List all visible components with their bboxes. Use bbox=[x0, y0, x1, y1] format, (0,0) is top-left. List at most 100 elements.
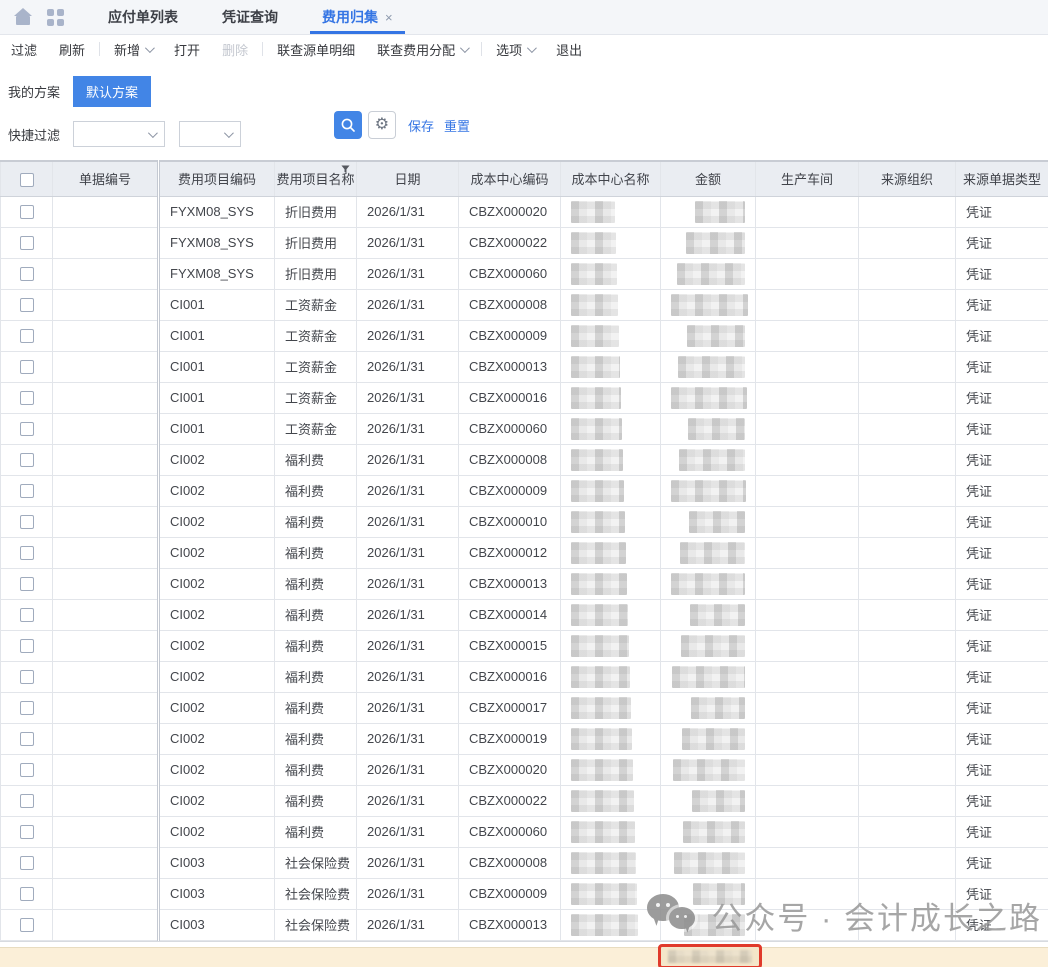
table-row[interactable]: CI001工资薪金2026/1/31CBZX000008凭证 bbox=[1, 289, 1048, 320]
cell-source_org bbox=[859, 692, 956, 723]
default-scheme-button[interactable]: 默认方案 bbox=[73, 76, 151, 107]
cell-date: 2026/1/31 bbox=[357, 227, 459, 258]
cell-doc_no bbox=[53, 289, 159, 320]
column-header-date[interactable]: 日期 bbox=[357, 161, 459, 196]
filter-funnel-icon[interactable] bbox=[341, 165, 350, 174]
row-checkbox[interactable] bbox=[20, 670, 34, 684]
row-checkbox[interactable] bbox=[20, 298, 34, 312]
row-checkbox[interactable] bbox=[20, 732, 34, 746]
row-checkbox[interactable] bbox=[20, 453, 34, 467]
toolbar-button-3[interactable]: 新增 bbox=[103, 40, 163, 59]
column-header-cost_center_code[interactable]: 成本中心编码 bbox=[459, 161, 561, 196]
cell-expense_name: 福利费 bbox=[275, 754, 357, 785]
toolbar-button-7[interactable]: 联查源单明细 bbox=[266, 40, 366, 59]
table-row[interactable]: CI003社会保险费2026/1/31CBZX000008凭证 bbox=[1, 847, 1048, 878]
row-checkbox[interactable] bbox=[20, 763, 34, 777]
table-row[interactable]: CI001工资薪金2026/1/31CBZX000060凭证 bbox=[1, 413, 1048, 444]
row-checkbox[interactable] bbox=[20, 236, 34, 250]
column-header-amount[interactable]: 金额 bbox=[661, 161, 756, 196]
cell-doc_no bbox=[53, 785, 159, 816]
tab-2[interactable]: 费用归集× bbox=[300, 0, 415, 34]
row-checkbox[interactable] bbox=[20, 701, 34, 715]
cell-cost_center_name bbox=[561, 320, 661, 351]
save-link[interactable]: 保存 bbox=[408, 116, 434, 135]
search-button[interactable] bbox=[334, 111, 362, 139]
cell-source_type: 凭证 bbox=[956, 413, 1048, 444]
row-checkbox[interactable] bbox=[20, 360, 34, 374]
table-row[interactable]: CI002福利费2026/1/31CBZX000013凭证 bbox=[1, 568, 1048, 599]
cell-date: 2026/1/31 bbox=[357, 692, 459, 723]
table-row[interactable]: CI002福利费2026/1/31CBZX000008凭证 bbox=[1, 444, 1048, 475]
table-row[interactable]: CI001工资薪金2026/1/31CBZX000016凭证 bbox=[1, 382, 1048, 413]
cell-cost_center_name bbox=[561, 289, 661, 320]
reset-link[interactable]: 重置 bbox=[444, 116, 470, 135]
amount-redacted bbox=[672, 666, 745, 688]
column-header-expense_code[interactable]: 费用项目编码 bbox=[159, 161, 275, 196]
tab-1[interactable]: 凭证查询 bbox=[200, 0, 300, 34]
table-row[interactable]: CI002福利费2026/1/31CBZX000019凭证 bbox=[1, 723, 1048, 754]
row-checkbox[interactable] bbox=[20, 546, 34, 560]
row-checkbox[interactable] bbox=[20, 329, 34, 343]
table-header-row: 单据编号 费用项目编码费用项目名称日期成本中心编码成本中心名称金额生产车间来源组织… bbox=[1, 161, 1048, 196]
cell-expense_code: CI002 bbox=[159, 661, 275, 692]
table-row[interactable]: CI002福利费2026/1/31CBZX000015凭证 bbox=[1, 630, 1048, 661]
select-all-checkbox[interactable] bbox=[20, 173, 34, 187]
app-grid-icon[interactable] bbox=[47, 9, 64, 26]
settings-button[interactable]: ⚙ bbox=[368, 111, 396, 139]
column-header-doc_no[interactable]: 单据编号 bbox=[53, 161, 159, 196]
cell-doc_no bbox=[53, 661, 159, 692]
toolbar-button-10[interactable]: 选项 bbox=[485, 40, 545, 59]
row-checkbox[interactable] bbox=[20, 887, 34, 901]
quick-filter-select-1[interactable] bbox=[73, 121, 165, 147]
row-checkbox[interactable] bbox=[20, 794, 34, 808]
column-header-source_org[interactable]: 来源组织 bbox=[859, 161, 956, 196]
table-row[interactable]: CI002福利费2026/1/31CBZX000010凭证 bbox=[1, 506, 1048, 537]
table-row[interactable]: CI002福利费2026/1/31CBZX000012凭证 bbox=[1, 537, 1048, 568]
table-row[interactable]: CI002福利费2026/1/31CBZX000020凭证 bbox=[1, 754, 1048, 785]
row-checkbox[interactable] bbox=[20, 639, 34, 653]
column-header-label: 单据编号 bbox=[79, 172, 131, 187]
column-header-workshop[interactable]: 生产车间 bbox=[756, 161, 859, 196]
toolbar-button-1[interactable]: 刷新 bbox=[48, 40, 96, 59]
tab-close-icon[interactable]: × bbox=[385, 11, 393, 24]
row-checkbox[interactable] bbox=[20, 391, 34, 405]
table-row[interactable]: CI002福利费2026/1/31CBZX000014凭证 bbox=[1, 599, 1048, 630]
row-checkbox[interactable] bbox=[20, 267, 34, 281]
cell-source_type: 凭证 bbox=[956, 661, 1048, 692]
column-header-source_type[interactable]: 来源单据类型 bbox=[956, 161, 1048, 196]
row-checkbox[interactable] bbox=[20, 918, 34, 932]
tab-0[interactable]: 应付单列表 bbox=[86, 0, 200, 34]
table-row[interactable]: CI002福利费2026/1/31CBZX000009凭证 bbox=[1, 475, 1048, 506]
table-row[interactable]: CI002福利费2026/1/31CBZX000016凭证 bbox=[1, 661, 1048, 692]
row-checkbox[interactable] bbox=[20, 422, 34, 436]
cell-cost_center_code: CBZX000013 bbox=[459, 909, 561, 940]
table-row[interactable]: CI001工资薪金2026/1/31CBZX000013凭证 bbox=[1, 351, 1048, 382]
table-row[interactable]: FYXM08_SYS折旧费用2026/1/31CBZX000060凭证 bbox=[1, 258, 1048, 289]
row-checkbox[interactable] bbox=[20, 825, 34, 839]
row-checkbox[interactable] bbox=[20, 515, 34, 529]
table-row[interactable]: FYXM08_SYS折旧费用2026/1/31CBZX000022凭证 bbox=[1, 227, 1048, 258]
row-checkbox[interactable] bbox=[20, 577, 34, 591]
toolbar-button-11[interactable]: 退出 bbox=[545, 40, 593, 59]
home-icon[interactable] bbox=[13, 8, 33, 26]
table-row[interactable]: CI002福利费2026/1/31CBZX000017凭证 bbox=[1, 692, 1048, 723]
table-row[interactable]: CI002福利费2026/1/31CBZX000060凭证 bbox=[1, 816, 1048, 847]
row-checkbox[interactable] bbox=[20, 484, 34, 498]
table-row[interactable]: FYXM08_SYS折旧费用2026/1/31CBZX000020凭证 bbox=[1, 196, 1048, 227]
quick-filter-select-2[interactable] bbox=[179, 121, 241, 147]
row-checkbox[interactable] bbox=[20, 608, 34, 622]
total-amount-redacted bbox=[668, 950, 752, 963]
table-row[interactable]: CI002福利费2026/1/31CBZX000022凭证 bbox=[1, 785, 1048, 816]
row-checkbox[interactable] bbox=[20, 856, 34, 870]
table-row[interactable]: CI003社会保险费2026/1/31CBZX000009凭证 bbox=[1, 878, 1048, 909]
row-checkbox[interactable] bbox=[20, 205, 34, 219]
column-header-expense_name[interactable]: 费用项目名称 bbox=[275, 161, 357, 196]
table-body: FYXM08_SYS折旧费用2026/1/31CBZX000020凭证FYXM0… bbox=[1, 196, 1048, 940]
toolbar-button-0[interactable]: 过滤 bbox=[0, 40, 48, 59]
table-row[interactable]: CI001工资薪金2026/1/31CBZX000009凭证 bbox=[1, 320, 1048, 351]
column-header-cost_center_name[interactable]: 成本中心名称 bbox=[561, 161, 661, 196]
toolbar-button-4[interactable]: 打开 bbox=[163, 40, 211, 59]
cell-expense_name: 社会保险费 bbox=[275, 847, 357, 878]
toolbar-button-8[interactable]: 联查费用分配 bbox=[366, 40, 478, 59]
table-row[interactable]: CI003社会保险费2026/1/31CBZX000013凭证 bbox=[1, 909, 1048, 940]
